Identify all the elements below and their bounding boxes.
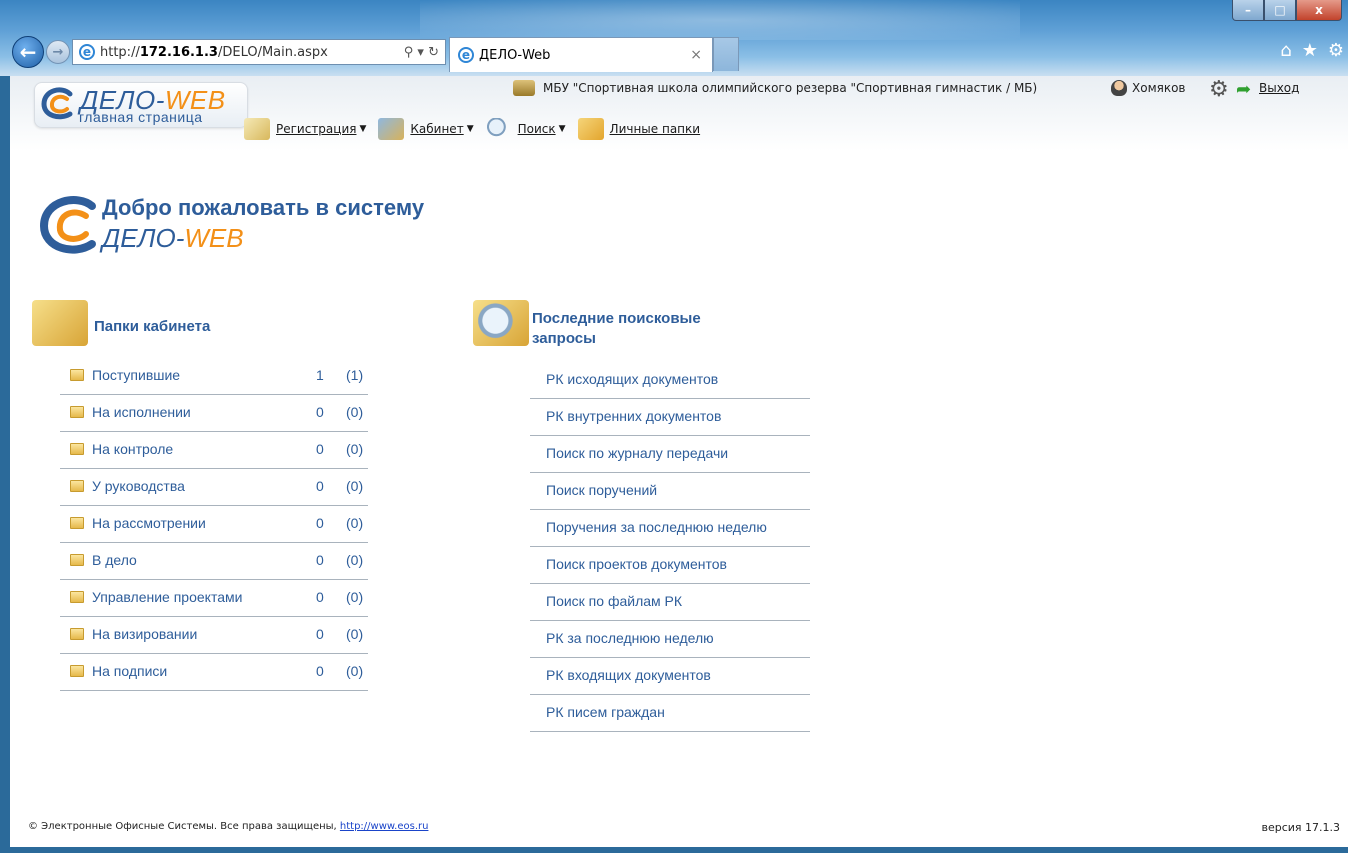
organization-icon	[513, 80, 535, 96]
folder-row[interactable]: Управление проектами 0 (0)	[60, 583, 368, 617]
folder-icon	[70, 443, 84, 455]
delo-swirl-logo-icon	[41, 87, 73, 120]
query-row[interactable]: Поиск по файлам РК	[530, 587, 810, 621]
page-content: ДЕЛО-WEB главная страница МБУ "Спортивна…	[10, 76, 1348, 847]
window-controls: – □ x	[1232, 0, 1342, 21]
tab-ie-icon: e	[458, 47, 474, 63]
folder-icon	[70, 517, 84, 529]
user-icon	[1111, 80, 1127, 96]
query-row[interactable]: Поиск поручений	[530, 476, 810, 510]
welcome-brand: ДЕЛО-WEB	[102, 223, 244, 253]
search-queries-icon	[473, 300, 529, 346]
chrome-glow	[420, 0, 1020, 40]
folder-row[interactable]: Поступившие 1 (1)	[60, 361, 368, 395]
favorites-star-icon[interactable]: ★	[1302, 40, 1318, 61]
menu-cabinet[interactable]: Кабинет ▼	[378, 118, 474, 140]
queries-section-title: Последние поисковые запросы	[532, 310, 701, 347]
menu-registration[interactable]: Регистрация ▼	[244, 118, 366, 140]
tools-gear-icon[interactable]: ⚙	[1328, 40, 1344, 61]
forward-arrow-icon: →	[52, 44, 64, 60]
folder-icon	[70, 591, 84, 603]
query-row[interactable]: РК исходящих документов	[530, 365, 810, 399]
exit-arrow-icon: ➦	[1236, 79, 1252, 100]
folder-icon	[70, 665, 84, 677]
folder-row[interactable]: У руководства 0 (0)	[60, 472, 368, 506]
menu-search[interactable]: Поиск ▼	[485, 118, 566, 140]
query-row[interactable]: РК входящих документов	[530, 661, 810, 695]
main-menu: Регистрация ▼ Кабинет ▼ Поиск ▼ Личные папк…	[244, 118, 712, 140]
personal-folders-icon	[577, 118, 604, 140]
minimize-button[interactable]: –	[1232, 0, 1264, 21]
query-row[interactable]: РК писем граждан	[530, 698, 810, 732]
logo-subtitle: главная страница	[79, 109, 203, 125]
forward-button[interactable]: →	[46, 40, 70, 64]
registration-icon	[244, 118, 270, 140]
cabinet-folders-icon	[32, 300, 88, 346]
folder-row[interactable]: На визировании 0 (0)	[60, 620, 368, 654]
exit-link[interactable]: Выход	[1259, 81, 1299, 95]
folder-icon	[70, 406, 84, 418]
user-info: Хомяков	[1111, 80, 1186, 96]
eos-link[interactable]: http://www.eos.ru	[340, 821, 429, 832]
query-row[interactable]: Поиск проектов документов	[530, 550, 810, 584]
folders-list: Поступившие 1 (1) На исполнении 0 (0) На кон…	[60, 361, 368, 694]
query-row[interactable]: РК внутренних документов	[530, 402, 810, 436]
cabinet-icon	[378, 118, 405, 140]
folder-icon	[70, 369, 84, 381]
back-arrow-icon: ←	[19, 40, 37, 64]
folders-section-title: Папки кабинета	[94, 318, 211, 335]
user-name: Хомяков	[1132, 81, 1186, 95]
query-row[interactable]: РК за последнюю неделю	[530, 624, 810, 658]
logo-home-link[interactable]: ДЕЛО-WEB главная страница	[34, 82, 248, 128]
welcome-title: Добро пожаловать в систему	[102, 195, 425, 220]
query-row[interactable]: Поиск по журналу передачи	[530, 439, 810, 473]
folder-row[interactable]: На подписи 0 (0)	[60, 657, 368, 691]
address-bar[interactable]: e http://172.16.1.3/DELO/Main.aspx ⚲ ▾ ↻	[72, 39, 446, 65]
back-button[interactable]: ←	[12, 36, 44, 68]
folder-row[interactable]: В дело 0 (0)	[60, 546, 368, 580]
new-tab-button[interactable]	[713, 37, 739, 71]
address-tools[interactable]: ⚲ ▾ ↻	[404, 45, 445, 60]
menu-personal-folders[interactable]: Личные папки	[577, 118, 700, 140]
folder-row[interactable]: На рассмотрении 0 (0)	[60, 509, 368, 543]
queries-list: РК исходящих документов РК внутренних до…	[530, 365, 810, 735]
welcome-swirl-logo-icon	[39, 196, 96, 254]
folder-row[interactable]: На контроле 0 (0)	[60, 435, 368, 469]
version-label: версия 17.1.3	[1261, 821, 1340, 834]
settings-gear-icon[interactable]: ⚙	[1209, 77, 1229, 102]
folder-row[interactable]: На исполнении 0 (0)	[60, 398, 368, 432]
search-icon	[485, 118, 512, 140]
home-icon[interactable]: ⌂	[1280, 40, 1291, 61]
window-left-border	[0, 76, 10, 853]
organization-label: МБУ "Спортивная школа олимпийского резер…	[513, 80, 1037, 96]
ie-icon: e	[79, 44, 95, 60]
tab-title: ДЕЛО-Web	[479, 47, 551, 63]
browser-chrome: – □ x ← → e http://172.16.1.3/DELO/Main.…	[0, 0, 1348, 76]
footer-copyright: © Электронные Офисные Системы. Все права…	[28, 821, 429, 832]
folder-icon	[70, 554, 84, 566]
browser-tools: ⌂ ★ ⚙	[1280, 40, 1344, 61]
tab-delo-web[interactable]: e ДЕЛО-Web ×	[449, 37, 713, 72]
folder-icon	[70, 480, 84, 492]
close-window-button[interactable]: x	[1296, 0, 1342, 21]
maximize-button[interactable]: □	[1264, 0, 1296, 21]
address-url[interactable]: http://172.16.1.3/DELO/Main.aspx	[100, 45, 404, 60]
query-row[interactable]: Поручения за последнюю неделю	[530, 513, 810, 547]
folder-icon	[70, 628, 84, 640]
window-bottom-border	[0, 847, 1348, 853]
tab-close-icon[interactable]: ×	[690, 47, 712, 63]
